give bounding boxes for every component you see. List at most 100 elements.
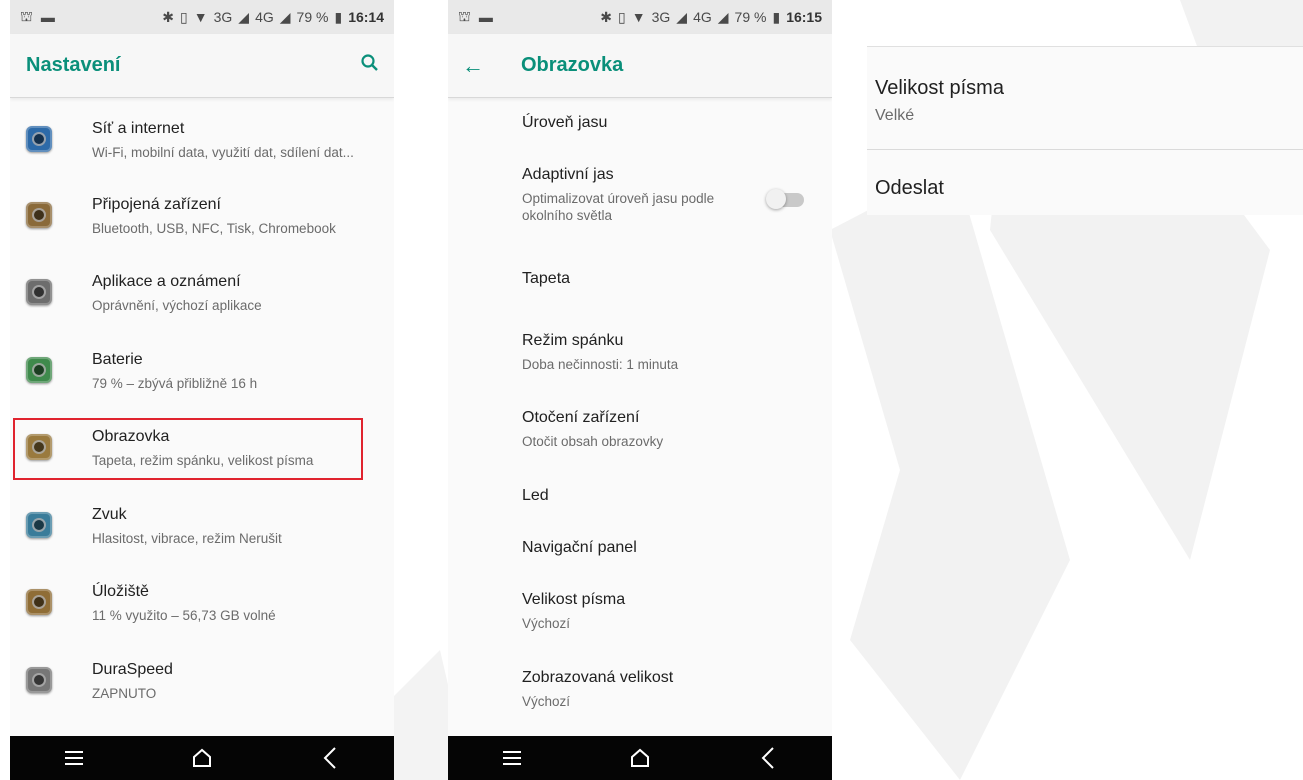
- font-size-title[interactable]: Velikost písma: [875, 77, 1004, 100]
- item-title: Režim spánku: [522, 332, 624, 349]
- battery-settings-icon: [26, 357, 52, 383]
- settings-item-network[interactable]: Síť a internet Wi-Fi, mobilní data, využ…: [10, 110, 394, 180]
- font-size-crop: Velikost písma Velké Odeslat: [867, 46, 1303, 215]
- item-title: Zobrazovaná velikost: [522, 669, 674, 686]
- app-bar: Nastavení: [10, 34, 394, 98]
- sound-icon: [26, 512, 52, 538]
- item-subtitle: Bluetooth, USB, NFC, Tisk, Chromebook: [92, 221, 336, 236]
- apps-icon: [26, 279, 52, 305]
- item-subtitle: ZAPNUTO: [92, 686, 157, 701]
- setting-wallpaper[interactable]: Tapeta: [522, 270, 570, 288]
- menu-icon[interactable]: [54, 743, 94, 773]
- item-title: DuraSpeed: [92, 661, 173, 678]
- network-type-2: 4G: [255, 9, 274, 25]
- item-subtitle: Doba nečinnosti: 1 minuta: [522, 357, 679, 372]
- settings-item-battery[interactable]: Baterie 79 % – zbývá přibližně 16 h: [10, 341, 394, 411]
- network-type-1: 3G: [213, 9, 233, 25]
- image-icon: ▬: [478, 9, 493, 25]
- clock: 16:14: [348, 9, 384, 25]
- item-title: Led: [522, 487, 549, 504]
- signal-icon: ◢: [238, 8, 250, 25]
- back-icon[interactable]: [748, 743, 788, 773]
- item-title: Připojená zařízení: [92, 196, 221, 213]
- clock: 16:15: [786, 9, 822, 25]
- page-title: Nastavení: [26, 54, 121, 76]
- network-type-1: 3G: [651, 9, 671, 25]
- item-subtitle: Otočit obsah obrazovky: [522, 434, 664, 449]
- item-subtitle: 79 % – zbývá přibližně 16 h: [92, 376, 258, 391]
- bluetooth-icon: ✱: [600, 8, 613, 25]
- item-subtitle: Optimalizovat úroveň jasu podle okolního…: [522, 191, 715, 223]
- battery-icon: ▮: [772, 8, 781, 25]
- setting-sleep[interactable]: Režim spánku Doba nečinnosti: 1 minuta: [522, 332, 678, 373]
- page-title: Obrazovka: [521, 54, 624, 76]
- status-bar: ⛫ ▬ ✱ ▯ ▼ 3G ◢ 4G ◢ 79 % ▮ 16:14: [10, 0, 394, 34]
- item-subtitle: Výchozí: [522, 694, 571, 709]
- duraspeed-icon: [26, 667, 52, 693]
- signal-icon-2: ◢: [717, 8, 729, 25]
- item-subtitle: 11 % využito – 56,73 GB volné: [92, 608, 276, 623]
- item-title: Navigační panel: [522, 539, 637, 556]
- item-subtitle: Výchozí: [522, 616, 571, 631]
- bluetooth-icon: ✱: [162, 8, 175, 25]
- settings-screen: ⛫ ▬ ✱ ▯ ▼ 3G ◢ 4G ◢ 79 % ▮ 16:14 Nastave…: [10, 0, 394, 780]
- app-bar: ← Obrazovka: [448, 34, 832, 98]
- item-subtitle: Wi-Fi, mobilní data, využití dat, sdílen…: [92, 145, 354, 160]
- back-arrow-icon[interactable]: ←: [462, 53, 496, 79]
- font-size-value: Velké: [875, 107, 915, 124]
- back-icon[interactable]: [310, 743, 350, 773]
- setting-auto-rotate[interactable]: Otočení zařízení Otočit obsah obrazovky: [522, 409, 663, 450]
- signal-icon-2: ◢: [279, 8, 291, 25]
- network-type-2: 4G: [693, 9, 712, 25]
- item-title: Otočení zařízení: [522, 409, 640, 426]
- item-title: Tapeta: [522, 270, 571, 287]
- item-title: Aplikace a oznámení: [92, 273, 241, 290]
- item-title: Baterie: [92, 351, 143, 368]
- image-icon: ▬: [40, 9, 55, 25]
- network-icon: [26, 126, 52, 152]
- item-title: Síť a internet: [92, 120, 185, 137]
- signal-icon: ◢: [676, 8, 688, 25]
- setting-adaptive-brightness[interactable]: Adaptivní jas Optimalizovat úroveň jasu …: [522, 166, 752, 224]
- highlight-box: [13, 418, 363, 480]
- item-title: Úložiště: [92, 583, 149, 600]
- menu-icon[interactable]: [492, 743, 532, 773]
- item-title: Adaptivní jas: [522, 166, 614, 183]
- settings-item-duraspeed[interactable]: DuraSpeed ZAPNUTO: [10, 651, 394, 721]
- settings-item-sound[interactable]: Zvuk Hlasitost, vibrace, režim Nerušit: [10, 496, 394, 566]
- settings-item-connected-devices[interactable]: Připojená zařízení Bluetooth, USB, NFC, …: [10, 186, 394, 256]
- status-bar: ⛫ ▬ ✱ ▯ ▼ 3G ◢ 4G ◢ 79 % ▮ 16:15: [448, 0, 832, 34]
- navigation-bar: [10, 736, 394, 780]
- search-icon[interactable]: [360, 53, 380, 78]
- wifi-icon: ▼: [631, 9, 646, 25]
- setting-navigation-bar[interactable]: Navigační panel: [522, 539, 637, 557]
- lock-icon: ⛫: [20, 7, 33, 24]
- battery-percent: 79 %: [734, 9, 767, 25]
- item-title: Zvuk: [92, 506, 127, 523]
- wifi-icon: ▼: [193, 9, 208, 25]
- setting-display-size[interactable]: Zobrazovaná velikost Výchozí: [522, 669, 673, 710]
- adaptive-brightness-toggle[interactable]: [766, 189, 804, 209]
- setting-font-size[interactable]: Velikost písma Výchozí: [522, 591, 625, 632]
- lock-icon: ⛫: [458, 7, 471, 24]
- navigation-bar: [448, 736, 832, 780]
- send-feedback-item[interactable]: Odeslat: [875, 177, 944, 200]
- vibrate-icon: ▯: [618, 8, 626, 25]
- divider: [867, 149, 1303, 150]
- settings-item-apps[interactable]: Aplikace a oznámení Oprávnění, výchozí a…: [10, 263, 394, 333]
- battery-icon: ▮: [334, 8, 343, 25]
- battery-percent: 79 %: [296, 9, 329, 25]
- item-subtitle: Oprávnění, výchozí aplikace: [92, 298, 262, 313]
- home-icon[interactable]: [620, 743, 660, 773]
- home-icon[interactable]: [182, 743, 222, 773]
- item-title: Velikost písma: [522, 591, 626, 608]
- storage-icon: [26, 589, 52, 615]
- vibrate-icon: ▯: [180, 8, 188, 25]
- devices-icon: [26, 202, 52, 228]
- setting-brightness-level[interactable]: Úroveň jasu: [522, 114, 607, 132]
- item-title: Úroveň jasu: [522, 114, 608, 131]
- display-settings-screen: ⛫ ▬ ✱ ▯ ▼ 3G ◢ 4G ◢ 79 % ▮ 16:15 ← Obraz…: [448, 0, 832, 780]
- setting-led[interactable]: Led: [522, 487, 549, 505]
- settings-item-storage[interactable]: Úložiště 11 % využito – 56,73 GB volné: [10, 573, 394, 643]
- item-subtitle: Hlasitost, vibrace, režim Nerušit: [92, 531, 282, 546]
